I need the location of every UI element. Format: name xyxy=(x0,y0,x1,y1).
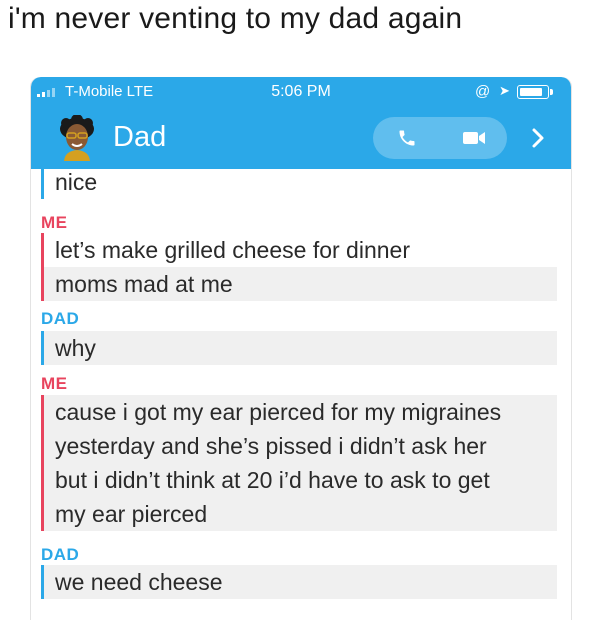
call-actions xyxy=(373,117,507,159)
sender-label-me: ME xyxy=(41,374,68,393)
me-marker xyxy=(41,233,44,267)
me-marker xyxy=(41,267,44,301)
message-text: nice xyxy=(55,169,98,195)
message-item: let’s make grilled cheese for dinner xyxy=(41,233,557,267)
dad-marker xyxy=(41,165,44,199)
more-button[interactable] xyxy=(523,121,553,155)
message-item: nice xyxy=(41,165,557,199)
me-marker xyxy=(41,395,44,531)
lock-rotation-icon: @ xyxy=(475,83,491,100)
message-line: but i didn’t think at 20 i’d have to ask… xyxy=(55,467,490,493)
message-item: why xyxy=(41,331,557,365)
video-call-button[interactable] xyxy=(440,117,507,159)
dad-marker xyxy=(41,331,44,365)
sender-label-dad: DAD xyxy=(41,309,80,328)
message-line: my ear pierced xyxy=(55,501,208,527)
message-text: we need cheese xyxy=(55,569,223,595)
message-line: yesterday and she’s pissed i didn’t ask … xyxy=(55,433,487,459)
message-item: moms mad at me xyxy=(41,267,557,301)
contact-name[interactable]: Dad xyxy=(113,121,166,154)
message-text: moms mad at me xyxy=(55,271,233,297)
status-icons: @ ➤ xyxy=(471,83,561,101)
chat-header: T-Mobile LTE 5:06 PM @ ➤ Dad xyxy=(31,77,571,169)
video-icon xyxy=(462,132,485,144)
message-line: cause i got my ear pierced for my migrai… xyxy=(55,399,502,425)
message-list: nice ME let’s make grilled cheese for di… xyxy=(31,165,571,620)
snapchat-screen: T-Mobile LTE 5:06 PM @ ➤ Dad nice ME let… xyxy=(30,77,572,620)
dad-marker xyxy=(41,565,44,599)
message-item: we need cheese xyxy=(41,565,557,599)
message-item: cause i got my ear pierced for my migrai… xyxy=(41,395,557,531)
battery-icon xyxy=(517,85,553,99)
chat-navbar: Dad xyxy=(31,107,571,169)
sender-label-me: ME xyxy=(41,213,68,232)
message-text: let’s make grilled cheese for dinner xyxy=(55,237,410,263)
sender-label-dad: DAD xyxy=(41,545,80,564)
location-icon: ➤ xyxy=(499,83,510,98)
status-bar: T-Mobile LTE 5:06 PM @ ➤ xyxy=(31,77,571,107)
chevron-right-icon xyxy=(532,128,544,148)
message-text: why xyxy=(55,335,96,361)
avatar[interactable] xyxy=(57,115,97,161)
voice-call-button[interactable] xyxy=(373,117,440,159)
post-caption: i'm never venting to my dad again xyxy=(8,2,463,35)
phone-icon xyxy=(399,130,414,146)
